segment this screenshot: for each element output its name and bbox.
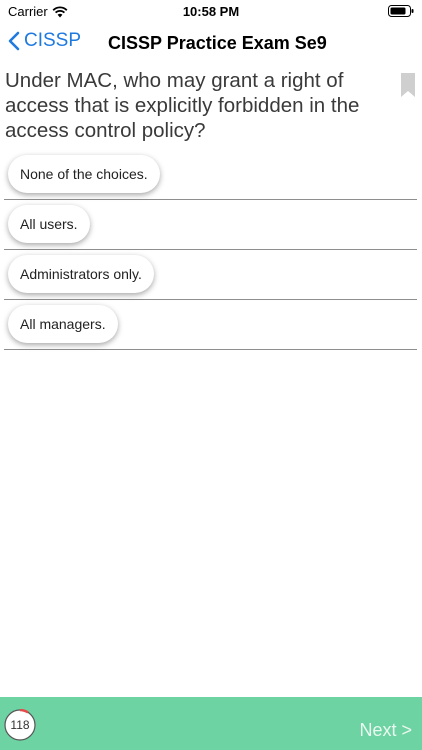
question-text: Under MAC, who may grant a right of acce… (5, 69, 360, 142)
answer-option-all-users[interactable]: All users. (8, 205, 90, 243)
answer-row: Administrators only. (4, 250, 417, 300)
progress-badge: 118 (4, 709, 36, 741)
answer-option-none-of-the-choices[interactable]: None of the choices. (8, 155, 160, 193)
status-bar: Carrier 10:58 PM (0, 0, 422, 24)
back-button[interactable]: CISSP (8, 30, 81, 52)
answer-row: All users. (4, 200, 417, 250)
answer-option-administrators-only[interactable]: Administrators only. (8, 255, 154, 293)
back-button-label: CISSP (24, 30, 82, 51)
bottom-bar: 118 Next > (0, 697, 422, 750)
chevron-left-icon (8, 31, 20, 51)
question-count: 118 (10, 718, 30, 732)
answer-row: All managers. (4, 300, 417, 350)
next-button[interactable]: Next > (359, 720, 412, 741)
nav-bar: CISSP CISSP Practice Exam Se9 (0, 24, 422, 64)
page-title: CISSP Practice Exam Se9 (108, 33, 327, 53)
battery-icon (388, 5, 414, 20)
bookmark-icon[interactable] (400, 72, 416, 103)
answer-row: None of the choices. (4, 150, 417, 200)
status-time: 10:58 PM (182, 4, 240, 19)
answer-list: None of the choices. All users. Administ… (4, 150, 417, 350)
answer-option-all-managers[interactable]: All managers. (8, 305, 118, 343)
